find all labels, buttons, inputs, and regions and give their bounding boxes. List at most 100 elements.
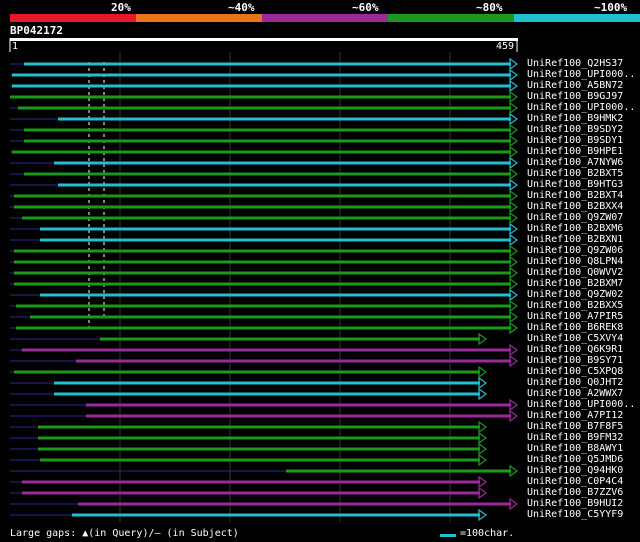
hit-label[interactable]: UniRef100_B9FM32 — [527, 432, 623, 443]
hit-label[interactable]: UniRef100_A7PI12 — [527, 410, 623, 421]
hit-end-arrow — [509, 409, 519, 423]
hit-row[interactable] — [10, 508, 488, 522]
hit-label[interactable]: UniRef100_UPI000.. — [527, 69, 635, 80]
hit-row[interactable] — [10, 222, 519, 236]
hit-label[interactable]: UniRef100_Q9ZW06 — [527, 245, 623, 256]
hit-row[interactable] — [10, 244, 519, 258]
hit-row[interactable] — [10, 90, 519, 104]
hit-label[interactable]: UniRef100_C5XVY4 — [527, 333, 623, 344]
hit-label[interactable]: UniRef100_B9HPE1 — [527, 146, 623, 157]
hit-label[interactable]: UniRef100_UPI000.. — [527, 102, 635, 113]
hit-row[interactable] — [10, 57, 519, 71]
hit-row[interactable] — [10, 453, 488, 467]
hit-label[interactable]: UniRef100_B8AWY1 — [527, 443, 623, 454]
hit-label[interactable]: UniRef100_UPI000.. — [527, 399, 635, 410]
hit-bar — [38, 436, 480, 440]
hit-row[interactable] — [10, 420, 488, 434]
hit-label[interactable]: UniRef100_C0P4C4 — [527, 476, 623, 487]
hit-row[interactable] — [10, 409, 519, 423]
hit-label[interactable]: UniRef100_Q0JHT2 — [527, 377, 623, 388]
hit-row[interactable] — [10, 112, 519, 126]
hit-label[interactable]: UniRef100_A7PIR5 — [527, 311, 623, 322]
hit-label[interactable]: UniRef100_B2BXM7 — [527, 278, 623, 289]
hit-row[interactable] — [10, 376, 488, 390]
hit-label[interactable]: UniRef100_Q8LPN4 — [527, 256, 623, 267]
hit-row[interactable] — [10, 189, 519, 203]
hit-bar — [24, 172, 511, 176]
hit-label[interactable]: UniRef100_B7F8F5 — [527, 421, 623, 432]
hit-label[interactable]: UniRef100_B9HUI2 — [527, 498, 623, 509]
hit-label[interactable]: UniRef100_B9SY71 — [527, 355, 623, 366]
hit-row[interactable] — [10, 200, 519, 214]
hit-row[interactable] — [10, 156, 519, 170]
hit-row[interactable] — [10, 68, 519, 82]
hit-row[interactable] — [10, 79, 519, 93]
hit-row[interactable] — [10, 145, 519, 159]
hit-row[interactable] — [10, 343, 519, 357]
hit-label[interactable]: UniRef100_Q6K9R1 — [527, 344, 623, 355]
hit-row[interactable] — [10, 310, 519, 324]
hit-label[interactable]: UniRef100_B9GJ97 — [527, 91, 623, 102]
hit-row[interactable] — [10, 475, 488, 489]
hit-label[interactable]: UniRef100_A5BN72 — [527, 80, 623, 91]
hit-bar — [38, 447, 480, 451]
hit-label[interactable]: UniRef100_Q5JMD6 — [527, 454, 623, 465]
hit-label[interactable]: UniRef100_Q94HK0 — [527, 465, 623, 476]
hit-label[interactable]: UniRef100_B2BXT5 — [527, 168, 623, 179]
hit-label[interactable]: UniRef100_B2BXX5 — [527, 300, 623, 311]
hit-label[interactable]: UniRef100_C5XPQ8 — [527, 366, 623, 377]
hit-bar — [14, 249, 511, 253]
hit-row[interactable] — [10, 431, 488, 445]
hit-label[interactable]: UniRef100_A2WWX7 — [527, 388, 623, 399]
hit-row[interactable] — [10, 299, 519, 313]
hit-label[interactable]: UniRef100_B9SDY1 — [527, 135, 623, 146]
hit-end-arrow — [509, 101, 519, 115]
hit-label[interactable]: UniRef100_C5YYF9 — [527, 509, 623, 520]
hit-row[interactable] — [10, 255, 519, 269]
hit-bar — [14, 194, 511, 198]
hit-label[interactable]: UniRef100_B2BXT4 — [527, 190, 623, 201]
hit-label[interactable]: UniRef100_Q0WVV2 — [527, 267, 623, 278]
hit-label[interactable]: UniRef100_B2BXN1 — [527, 234, 623, 245]
hit-row[interactable] — [10, 354, 519, 368]
hit-row[interactable] — [10, 134, 519, 148]
hit-end-arrow — [509, 464, 519, 478]
hit-bar — [38, 425, 480, 429]
hit-row[interactable] — [10, 365, 488, 379]
hit-label[interactable]: UniRef100_B7ZZV6 — [527, 487, 623, 498]
hit-row[interactable] — [10, 486, 488, 500]
hit-label[interactable]: UniRef100_B9SDY2 — [527, 124, 623, 135]
hit-row[interactable] — [10, 332, 488, 346]
hit-row[interactable] — [10, 387, 488, 401]
hit-row[interactable] — [10, 464, 519, 478]
hit-row[interactable] — [10, 442, 488, 456]
hit-label[interactable]: UniRef100_Q9ZW07 — [527, 212, 623, 223]
hit-label[interactable]: UniRef100_Q9ZW02 — [527, 289, 623, 300]
hit-row[interactable] — [10, 211, 519, 225]
hit-row[interactable] — [10, 266, 519, 280]
hit-bar — [30, 315, 511, 319]
hit-row[interactable] — [10, 321, 519, 335]
hit-label[interactable]: UniRef100_B2BXM6 — [527, 223, 623, 234]
hit-row[interactable] — [10, 178, 519, 192]
hit-label[interactable]: UniRef100_A7NYW6 — [527, 157, 623, 168]
hit-row[interactable] — [10, 101, 519, 115]
hit-label[interactable]: UniRef100_B9HMK2 — [527, 113, 623, 124]
hit-row[interactable] — [10, 497, 519, 511]
hit-row[interactable] — [10, 123, 519, 137]
hit-label[interactable]: UniRef100_B9HTG3 — [527, 179, 623, 190]
hit-bar — [54, 381, 480, 385]
hit-label[interactable]: UniRef100_B6REK8 — [527, 322, 623, 333]
hit-end-arrow — [478, 376, 488, 390]
scale-label: =100char. — [460, 528, 515, 539]
hit-row[interactable] — [10, 288, 519, 302]
hit-end-arrow — [509, 79, 519, 93]
hit-row[interactable] — [10, 167, 519, 181]
hit-label[interactable]: UniRef100_B2BXX4 — [527, 201, 623, 212]
hit-row[interactable] — [10, 398, 519, 412]
hit-label[interactable]: UniRef100_Q2HS37 — [527, 58, 623, 69]
hit-end-arrow — [478, 475, 488, 489]
hit-row[interactable] — [10, 233, 519, 247]
hit-row[interactable] — [10, 277, 519, 291]
hit-end-arrow — [509, 90, 519, 104]
